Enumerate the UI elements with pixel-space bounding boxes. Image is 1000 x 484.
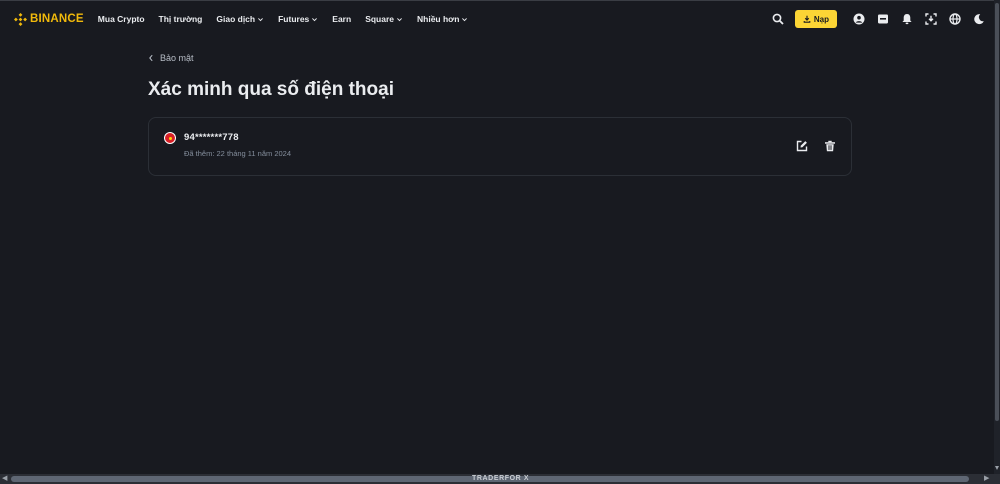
chevron-left-icon	[149, 54, 153, 62]
download-app-icon	[925, 13, 937, 25]
vertical-scrollbar[interactable]	[994, 0, 1000, 474]
bell-icon	[902, 14, 912, 25]
user-icon	[853, 13, 865, 25]
globe-icon	[949, 13, 961, 25]
notifications-button[interactable]	[900, 12, 914, 26]
nav-item-label: Earn	[332, 14, 352, 24]
nav-item-earn[interactable]: Earn	[332, 14, 351, 24]
breadcrumb-back-link[interactable]: Bảo mật	[148, 53, 194, 63]
nav-item-more[interactable]: Nhiều hơn	[417, 14, 468, 24]
deposit-label: Nạp	[813, 14, 829, 24]
binance-logo-icon	[14, 12, 27, 26]
edit-icon	[796, 140, 808, 152]
wallet-button[interactable]	[876, 12, 890, 26]
flag-star	[168, 136, 172, 140]
search-button[interactable]	[771, 12, 785, 26]
binance-logo[interactable]: BINANCE	[14, 12, 84, 26]
nav-item-futures[interactable]: Futures	[278, 14, 318, 24]
nav-item-buy-crypto[interactable]: Mua Crypto	[98, 14, 145, 24]
chevron-down-icon	[462, 17, 468, 21]
language-button[interactable]	[948, 12, 962, 26]
nav-item-trade[interactable]: Giao dịch	[216, 14, 264, 24]
trash-icon	[825, 140, 835, 152]
nav-item-label: Thị trường	[158, 14, 203, 24]
breadcrumb-label: Bảo mật	[160, 53, 194, 63]
phone-number-card: 94*******778 Đã thêm: 22 tháng 11 năm 20…	[148, 117, 852, 176]
nav-item-label: Mua Crypto	[97, 14, 145, 24]
wallet-icon	[878, 14, 888, 24]
delete-phone-button[interactable]	[823, 139, 837, 153]
nav-item-square[interactable]: Square	[365, 14, 403, 24]
nav-item-label: Nhiều hơn	[417, 14, 460, 24]
top-navigation-bar: BINANCE Mua Crypto Thị trường Giao dịch …	[0, 1, 1000, 37]
chevron-down-icon	[397, 17, 402, 21]
nav-item-markets[interactable]: Thị trường	[159, 14, 203, 24]
main-nav: Mua Crypto Thị trường Giao dịch Futures …	[98, 14, 483, 24]
nav-item-label: Futures	[278, 14, 310, 24]
nav-item-label: Giao dịch	[216, 14, 256, 24]
scroll-left-arrow-icon[interactable]: ◀	[2, 475, 7, 483]
phone-number: 94*******778	[184, 132, 239, 143]
brand-name: BINANCE	[30, 13, 84, 25]
page-title: Xác minh qua số điện thoại	[148, 79, 394, 100]
scroll-right-arrow-icon[interactable]: ▶	[984, 475, 989, 483]
profile-button[interactable]	[852, 12, 866, 26]
edit-phone-button[interactable]	[795, 139, 809, 153]
download-icon	[803, 15, 811, 23]
nav-item-label: Square	[365, 14, 395, 24]
theme-toggle-button[interactable]	[972, 12, 986, 26]
added-date: Đã thêm: 22 tháng 11 năm 2024	[184, 149, 292, 158]
download-app-button[interactable]	[924, 12, 938, 26]
chevron-down-icon	[312, 17, 318, 21]
moon-icon	[974, 14, 984, 25]
chevron-down-icon	[258, 17, 264, 21]
header-actions: Nạp	[761, 10, 986, 28]
deposit-button[interactable]: Nạp	[794, 10, 837, 28]
vietnam-flag-icon	[165, 133, 175, 143]
watermark: TRADERFOR X	[472, 475, 530, 482]
search-icon	[772, 13, 784, 25]
